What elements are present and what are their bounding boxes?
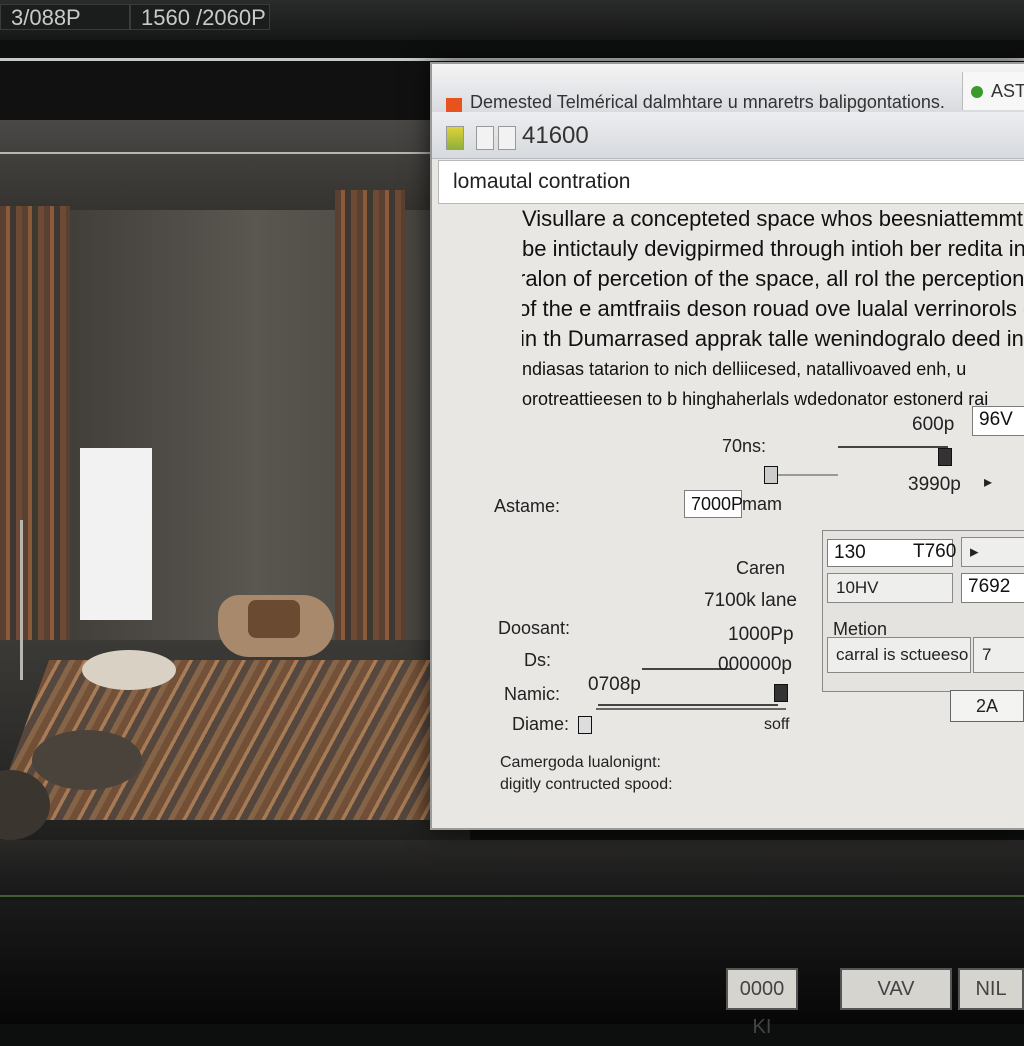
field-7000p[interactable]: 7000P xyxy=(684,490,743,518)
value-000000p: 000000p xyxy=(718,654,792,675)
description-line: of the e amtfraiis deson rouad ove luala… xyxy=(522,296,1024,321)
page-icon-2[interactable] xyxy=(498,126,516,150)
room-scene-image xyxy=(0,120,470,840)
top-readout-2: 1560 /2060P xyxy=(130,4,270,30)
description-line: ndiasas tatarion to nich delliicesed, na… xyxy=(522,359,967,379)
button-7[interactable]: 7 xyxy=(973,637,1024,673)
slider-track[interactable] xyxy=(838,446,948,448)
description-line: ralon of percetion of the space, all rol… xyxy=(522,266,1024,291)
value-0708sp: 0708p xyxy=(588,674,641,695)
toolbar-value: 41600 xyxy=(522,122,589,149)
value-1000pp: 1000Pp xyxy=(728,624,794,645)
small-toggle[interactable] xyxy=(764,466,778,484)
label-mam: mam xyxy=(742,494,782,514)
dialog-window: Demested Telmérical dalmhtare u mnaretrs… xyxy=(430,62,1024,830)
ceiling-edge xyxy=(0,152,430,154)
label-caren: Caren xyxy=(736,558,786,578)
label-camergoda: Camergoda lualonignt: xyxy=(500,754,661,771)
label-namic: Namic: xyxy=(504,684,561,704)
curtain-right xyxy=(335,190,405,640)
chair-cushion xyxy=(248,600,300,638)
label-digitly: digitly contructed spood: xyxy=(500,776,673,793)
arrow-right-icon[interactable]: ▸ xyxy=(984,472,992,492)
value-600p: 600p xyxy=(912,414,955,435)
top-readout-1: 3/088P xyxy=(0,4,130,30)
dark-pouf xyxy=(32,730,142,790)
diame-slider-track[interactable] xyxy=(596,708,786,710)
dialog-titlebar[interactable]: Demested Telmérical dalmhtare u mnaretrs… xyxy=(432,64,1024,114)
label-diame: Diame: xyxy=(512,714,570,734)
bottom-button-left[interactable]: 0000 KI xyxy=(726,968,798,1038)
field-7692[interactable]: 7692 xyxy=(961,573,1024,603)
dialog-title: Demested Telmérical dalmhtare u mnaretrs… xyxy=(470,92,945,112)
diame-toggle[interactable] xyxy=(578,716,592,734)
description-line: in th Dumarrased apprak talle wenindogra… xyxy=(522,326,1024,351)
settings-panel: 130 T760 ▸ 10HV 7692 Metion carral is sc… xyxy=(822,530,1024,692)
button-10hv[interactable]: 10HV xyxy=(827,573,953,603)
ok-button[interactable]: 2A xyxy=(950,690,1024,722)
mini-track[interactable] xyxy=(778,474,838,476)
namic-slider-bottom[interactable] xyxy=(598,704,778,706)
description-line: be intictauly devigpirmed through intioh… xyxy=(522,236,1024,261)
label-astame: Astame: xyxy=(494,496,561,516)
green-line xyxy=(0,895,1024,897)
name-field[interactable]: lomautal contration xyxy=(438,160,1024,204)
label-doosant: Doosant: xyxy=(498,618,571,638)
white-pouf xyxy=(82,650,176,690)
curtain-left xyxy=(0,206,70,656)
button-carral[interactable]: carral is sctueeso xyxy=(827,637,971,673)
title-status-area[interactable]: AST xyxy=(962,72,1024,110)
label-70ns: 70ns: xyxy=(722,436,767,456)
arrow-button[interactable]: ▸ xyxy=(961,537,1024,567)
slider-thumb[interactable] xyxy=(938,448,952,466)
field-7760[interactable]: T760 xyxy=(907,539,956,567)
namic-slider-thumb[interactable] xyxy=(774,684,788,702)
value-soff: soff xyxy=(764,716,790,733)
title-status-text: AST xyxy=(991,81,1024,101)
description-text: Visullare a concepteted space whos beesn… xyxy=(522,204,1024,414)
description-line: Visullare a concepteted space whos beesn… xyxy=(522,206,1024,231)
field-96v[interactable]: 96V xyxy=(972,406,1024,436)
lower-band xyxy=(0,840,1024,900)
value-7100k: 7100k lane xyxy=(704,590,797,611)
light-stand xyxy=(20,520,23,680)
page-icon[interactable] xyxy=(476,126,494,150)
palette-icon[interactable] xyxy=(446,126,464,150)
label-ds: Ds: xyxy=(524,650,551,670)
softbox-panel xyxy=(80,448,152,620)
value-3990p: 3990p xyxy=(908,474,961,495)
top-bar: 3/088P 1560 /2060P xyxy=(0,0,1024,40)
status-dot-icon xyxy=(971,86,983,98)
description-line: orotreattieesen to b hinghaherlals wdedo… xyxy=(522,389,989,409)
toolbar: 41600 xyxy=(432,112,1024,159)
bottom-button-right[interactable]: NIL xyxy=(958,968,1024,1010)
bottom-button-mid[interactable]: VAV xyxy=(840,968,952,1010)
